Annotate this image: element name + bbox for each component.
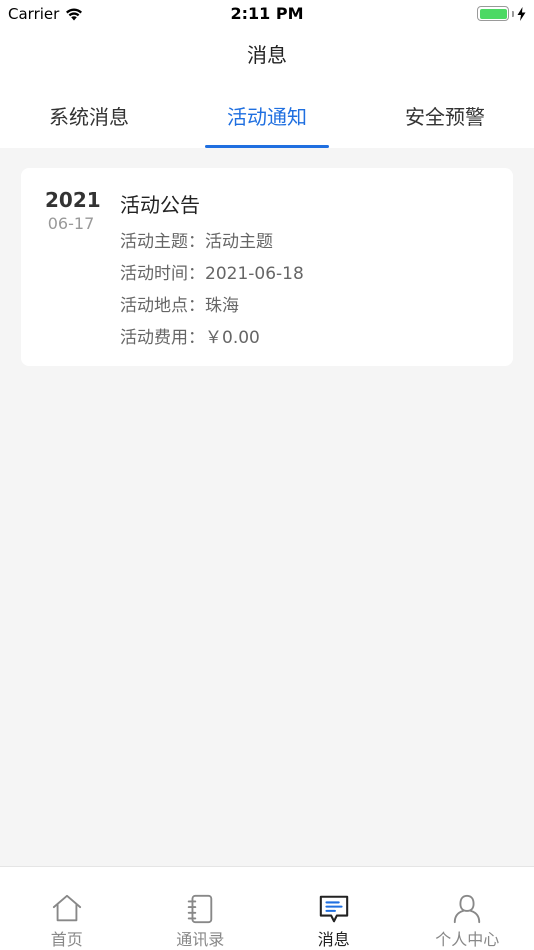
tabbar-item-home[interactable]: 首页 xyxy=(0,867,134,950)
notice-year: 2021 xyxy=(45,188,101,212)
tabbar-item-contacts[interactable]: 通讯录 xyxy=(134,867,268,950)
tab-label: 系统消息 xyxy=(49,104,129,129)
tabbar-label: 消息 xyxy=(317,930,350,949)
screen: Carrier 2:11 PM 消息 系统消息 活动通知 安全预警 2021 0… xyxy=(0,0,534,950)
notice-fee: 活动费用：￥0.00 xyxy=(120,328,260,348)
tab-system-messages[interactable]: 系统消息 xyxy=(0,82,178,148)
home-icon xyxy=(52,894,81,922)
tabbar-item-messages[interactable]: 消息 xyxy=(267,867,401,950)
contacts-icon xyxy=(188,894,213,924)
tabbar-label: 首页 xyxy=(50,930,83,949)
notice-location: 活动地点：珠海 xyxy=(120,296,239,316)
notice-month-day: 06-17 xyxy=(47,214,95,233)
bottom-tab-bar: 首页 通讯录 消息 个人中心 xyxy=(0,866,534,950)
charging-bolt-icon xyxy=(517,6,526,21)
notice-time: 活动时间：2021-06-18 xyxy=(120,264,304,284)
status-bar: Carrier 2:11 PM xyxy=(0,0,534,28)
notice-theme: 活动主题：活动主题 xyxy=(120,232,273,252)
tabbar-label: 个人中心 xyxy=(435,930,500,949)
message-tabs: 系统消息 活动通知 安全预警 xyxy=(0,82,534,148)
page-title: 消息 xyxy=(247,43,287,67)
tab-security-alerts[interactable]: 安全预警 xyxy=(356,82,534,148)
battery-icon xyxy=(477,6,509,21)
message-icon xyxy=(319,895,348,923)
notice-card[interactable]: 2021 06-17 活动公告 活动主题：活动主题 活动时间：2021-06-1… xyxy=(21,168,513,366)
status-time: 2:11 PM xyxy=(230,4,304,23)
notice-details: 活动主题：活动主题 活动时间：2021-06-18 活动地点：珠海 活动费用：￥… xyxy=(120,226,304,354)
tabbar-item-profile[interactable]: 个人中心 xyxy=(401,867,534,950)
tab-label: 安全预警 xyxy=(405,104,485,129)
tab-label: 活动通知 xyxy=(227,104,307,129)
tab-activity-notices[interactable]: 活动通知 xyxy=(178,82,356,148)
battery-cap xyxy=(512,10,514,17)
status-right xyxy=(477,6,526,21)
nav-header: 消息 xyxy=(0,28,534,82)
person-icon xyxy=(454,894,481,924)
notice-title: 活动公告 xyxy=(120,193,200,217)
tabbar-label: 通讯录 xyxy=(176,930,225,949)
